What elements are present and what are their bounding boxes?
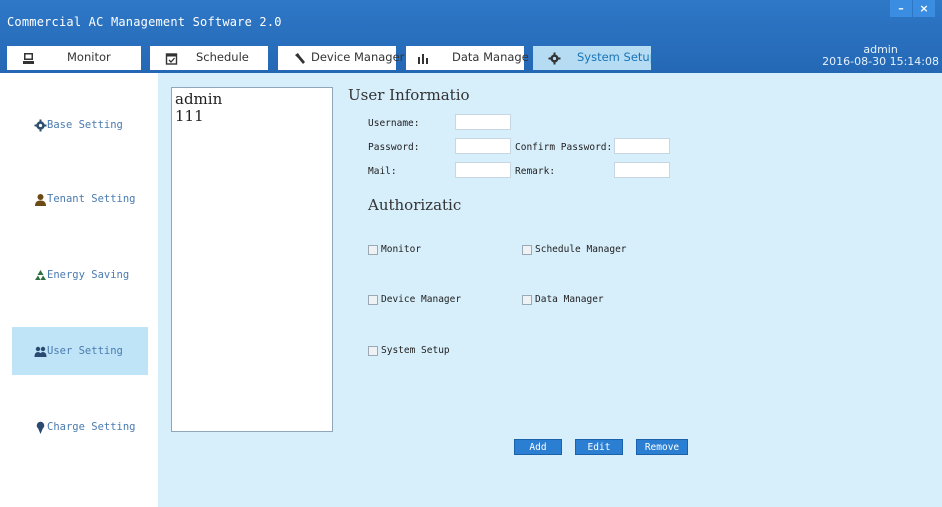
pin-icon [34,421,47,434]
checkbox-monitor[interactable]: Monitor [368,244,421,255]
checkbox-label: Schedule Manager [535,244,627,255]
list-item[interactable]: 111 [175,108,329,125]
tab-monitor[interactable]: Monitor [7,46,141,70]
sidebar-item-energy-saving[interactable]: Energy Saving [12,251,148,299]
title-bar: Commercial AC Management Software 2.0 – … [0,0,942,73]
wrench-icon [292,51,306,65]
checkbox-label: System Setup [381,345,450,356]
sidebar-item-user-setting[interactable]: User Setting [12,327,148,375]
checkbox-box[interactable] [522,294,532,305]
sidebar-item-label: Tenant Setting [47,193,136,205]
tab-device-manager[interactable]: Device Manager [278,46,404,70]
checkbox-schedule-manager[interactable]: Schedule Manager [522,244,627,255]
add-button[interactable]: Add [514,439,562,455]
checkbox-box[interactable] [522,244,532,255]
remove-button[interactable]: Remove [636,439,688,455]
confirm-password-field[interactable] [614,138,670,154]
tab-label: System Setup [577,50,658,64]
monitor-icon [21,51,35,65]
mail-label: Mail: [368,166,397,177]
tab-label: Device Manager [311,50,405,64]
tab-label: Schedule [196,50,249,64]
checkbox-label: Data Manager [535,294,604,305]
window-controls: – × [890,0,935,17]
sidebar-item-label: Base Setting [47,119,123,131]
tab-label: Monitor [67,50,111,64]
minimize-button[interactable]: – [890,0,912,17]
tab-schedule[interactable]: Schedule [150,46,268,70]
user-list[interactable]: admin 111 [171,87,333,432]
app-title: Commercial AC Management Software 2.0 [7,15,282,29]
edit-button[interactable]: Edit [575,439,623,455]
checkbox-box[interactable] [368,244,378,255]
checkbox-box[interactable] [368,345,378,356]
sidebar: Base Setting Tenant Setting Energy Savin… [0,73,158,507]
user-information-title: User Informatio [348,86,470,104]
sidebar-item-base-setting[interactable]: Base Setting [12,101,148,149]
checkbox-box[interactable] [368,294,378,305]
checkbox-label: Monitor [381,244,422,255]
calendar-icon [164,51,178,65]
checkbox-system-setup[interactable]: System Setup [368,345,450,356]
person-icon [34,193,47,206]
sidebar-item-label: User Setting [47,345,123,357]
tab-label: Data Manage [452,50,529,64]
tab-system-setup[interactable]: System Setup [533,46,657,70]
current-datetime: 2016-08-30 15:14:08 [822,55,939,68]
close-button[interactable]: × [913,0,935,17]
password-field[interactable] [455,138,511,154]
authorization-title: Authorizatic [368,196,462,214]
checkbox-device-manager[interactable]: Device Manager [368,294,461,305]
remark-field[interactable] [614,162,670,178]
sidebar-item-tenant-setting[interactable]: Tenant Setting [12,175,148,223]
mail-field[interactable] [455,162,511,178]
sidebar-item-charge-setting[interactable]: Charge Setting [12,403,148,451]
checkbox-data-manager[interactable]: Data Manager [522,294,604,305]
gear-icon [34,119,47,132]
list-item[interactable]: admin [175,91,329,108]
recycle-icon [34,269,47,282]
users-icon [34,345,47,358]
tab-data-manage[interactable]: Data Manage [406,46,529,70]
username-label: Username: [368,118,420,129]
user-info: admin 2016-08-30 15:14:08 [822,44,939,68]
gear-icon [547,51,561,65]
sidebar-item-label: Charge Setting [47,421,136,433]
remark-label: Remark: [515,166,556,177]
confirm-password-label: Confirm Password: [515,142,613,153]
username-field[interactable] [455,114,511,130]
password-label: Password: [368,142,420,153]
sidebar-item-label: Energy Saving [47,269,130,281]
bar-chart-icon [416,51,430,65]
checkbox-label: Device Manager [381,294,462,305]
